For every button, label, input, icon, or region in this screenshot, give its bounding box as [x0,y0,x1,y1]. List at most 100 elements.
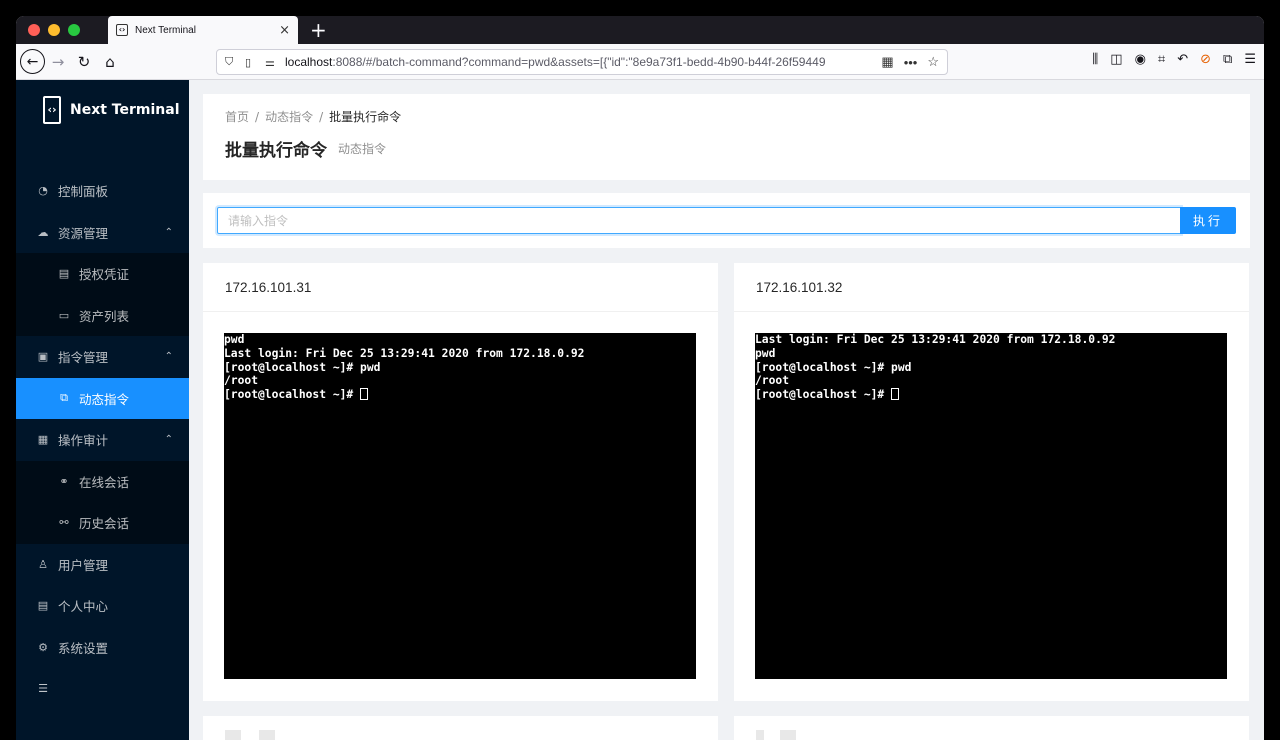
execute-button[interactable]: 执行 [1180,207,1236,234]
command-input[interactable]: 请输入指令 [217,207,1181,234]
sidebar-item-label: 资源管理 [58,225,109,241]
sidebar-item-history-sessions[interactable]: ⚯ 历史会话 [16,502,189,544]
terminal-cursor [360,388,369,401]
chevron-up-icon: ⌃ [164,226,173,238]
dashboard-icon: ◔ [38,184,48,198]
sidebar-item-label: 动态指令 [79,391,130,407]
shield-icon[interactable]: ⛉ [225,56,239,69]
page-header: 首页 / 动态指令 / 批量执行命令 批量执行命令 动态指令 [203,94,1250,180]
new-tab-button[interactable]: + [310,20,327,40]
breadcrumb-dynamic-commands-link[interactable]: 动态指令 [265,110,313,124]
terminal-card: 172.16.101.32 Last login: Fri Dec 25 13:… [734,263,1249,701]
sidebar-item-credentials[interactable]: ▤ 授权凭证 [16,253,189,295]
disconnect-icon: ⚯ [59,516,69,530]
breadcrumb-current: 批量执行命令 [329,110,402,124]
terminal-screen[interactable]: pwd Last login: Fri Dec 25 13:29:41 2020 … [224,333,696,679]
sidebar-item-label: 控制面板 [58,184,109,200]
user-icon: ♙ [38,557,48,571]
undo-icon[interactable]: ↶ [1177,52,1188,67]
sidebar-item-label: 个人中心 [58,599,109,615]
link-icon: ⚭ [59,474,69,488]
terminal-host-title: 172.16.101.31 [203,263,718,312]
sidebar-item-label: 在线会话 [79,474,130,490]
url-actions: ▦ ••• ☆ [873,54,947,70]
home-button[interactable]: ⌂ [97,49,123,75]
url-text[interactable]: localhost:8088/#/batch-command?command=p… [285,55,873,69]
close-window-button[interactable] [28,24,40,36]
sidebar-item-resources[interactable]: ☁ 资源管理 ⌃ [16,212,189,254]
terminal-line: /root [224,374,259,388]
terminal-line: pwd [755,346,776,360]
sidebar-icon[interactable]: ◫ [1110,52,1122,67]
chevron-up-icon: ⌃ [164,351,173,363]
terminal-line: /root [755,374,790,388]
app-area: ‹› Next Terminal ◔ 控制面板 ☁ 资源管理 ⌃ ▤ 授权凭证 ▭ 资产列… [16,80,1264,740]
bookmark-star-icon[interactable]: ☆ [927,54,939,70]
terminal-card-loading [734,716,1249,740]
back-button[interactable]: ← [20,49,45,74]
terminal-host-title: 172.16.101.32 [734,263,1249,312]
extensions-puzzle-icon[interactable]: ⧉ [1223,52,1232,67]
brand-logo[interactable]: ‹› Next Terminal [16,80,189,140]
sidebar-item-label: 资产列表 [79,308,130,324]
profile-icon: ▤ [37,599,49,613]
sidebar-item-users[interactable]: ♙ 用户管理 [16,544,189,586]
account-icon[interactable]: ◉ [1135,52,1146,67]
sidebar-item-audit[interactable]: ▦ 操作审计 ⌃ [16,419,189,461]
sidebar-item-settings[interactable]: ⚙ 系统设置 [16,627,189,669]
setting-icon: ⚙ [38,640,48,654]
main-content: 首页 / 动态指令 / 批量执行命令 批量执行命令 动态指令 请输入指令 执行 172.… [189,80,1264,740]
code-icon: ▣ [37,350,49,364]
qr-code-icon[interactable]: ▦ [881,54,893,70]
sidebar-item-online-sessions[interactable]: ⚭ 在线会话 [16,460,189,502]
window-controls [28,24,80,36]
terminal-prompt-line: [root@localhost ~]# [224,388,696,402]
minimize-window-button[interactable] [48,24,60,36]
forward-button[interactable]: → [45,49,71,75]
navigation-bar: ← → ↻ ⌂ ⛉ ▯ ⚌ localhost:8088/#/batch-com… [16,44,1264,80]
terminal-screen[interactable]: Last login: Fri Dec 25 13:29:41 2020 fro… [755,333,1227,679]
address-bar[interactable]: ⛉ ▯ ⚌ localhost:8088/#/batch-command?com… [216,49,948,75]
block-icon: ⧉ [60,391,68,405]
page-title: 批量执行命令 [225,141,327,161]
next-terminal-favicon-icon: ‹› [116,24,128,36]
terminal-card-loading [203,716,718,740]
zoom-window-button[interactable] [68,24,80,36]
crop-icon[interactable]: ⌗ [1158,52,1165,67]
loading-placeholder [780,730,796,740]
sidebar-item-label: 指令管理 [58,350,109,366]
permissions-icon[interactable]: ⚌ [265,56,279,69]
tab-title: Next Terminal [135,24,196,36]
toolbar-icons: ⫼ ◫ ◉ ⌗ ↶ ⊘ ⧉ ☰ [1092,52,1256,67]
terminal-prompt-line: [root@localhost ~]# [755,388,1227,402]
sidebar-item-dashboard[interactable]: ◔ 控制面板 [16,170,189,212]
loading-placeholder [225,730,241,740]
tab-strip: ‹› Next Terminal × + [16,16,1264,44]
terminal-line: Last login: Fri Dec 25 13:29:41 2020 fro… [755,333,1116,346]
audit-icon: ▦ [37,433,49,447]
extension-icon[interactable]: ⊘ [1200,52,1211,67]
sidebar-item-label: 历史会话 [79,516,130,532]
breadcrumb-home-link[interactable]: 首页 [225,110,249,124]
breadcrumb-separator: / [255,110,260,124]
library-icon[interactable]: ⫼ [1092,52,1098,67]
more-actions-icon[interactable]: ••• [904,55,918,70]
sidebar-item-commands[interactable]: ▣ 指令管理 ⌃ [16,336,189,378]
chevron-up-icon: ⌃ [164,434,173,446]
tab-close-icon[interactable]: × [279,23,290,38]
loading-placeholder [259,730,275,740]
browser-tab[interactable]: ‹› Next Terminal × [108,16,298,44]
terminal-line: pwd [224,333,245,346]
loading-placeholder [756,730,764,740]
sidebar-item-dynamic-commands[interactable]: ⧉ 动态指令 [16,377,189,419]
menu-icon[interactable]: ☰ [1244,52,1256,67]
sidebar-item-assets[interactable]: ▭ 资产列表 [16,294,189,336]
cloud-icon: ☁ [37,225,49,239]
sidebar-item-profile[interactable]: ▤ 个人中心 [16,585,189,627]
sidebar-item-label: 操作审计 [58,433,109,449]
browser-window: ‹› Next Terminal × + ← → ↻ ⌂ ⛉ ▯ ⚌ local… [16,16,1264,740]
sidebar-menu: ◔ 控制面板 ☁ 资源管理 ⌃ ▤ 授权凭证 ▭ 资产列表 ▣ 指令管理 ⌃ ⧉ 动态指令 ▦ 操… [16,170,189,710]
reload-button[interactable]: ↻ [71,49,97,75]
page-icon: ▯ [245,56,252,69]
collapse-sidebar-button[interactable]: ☰ [16,668,189,710]
